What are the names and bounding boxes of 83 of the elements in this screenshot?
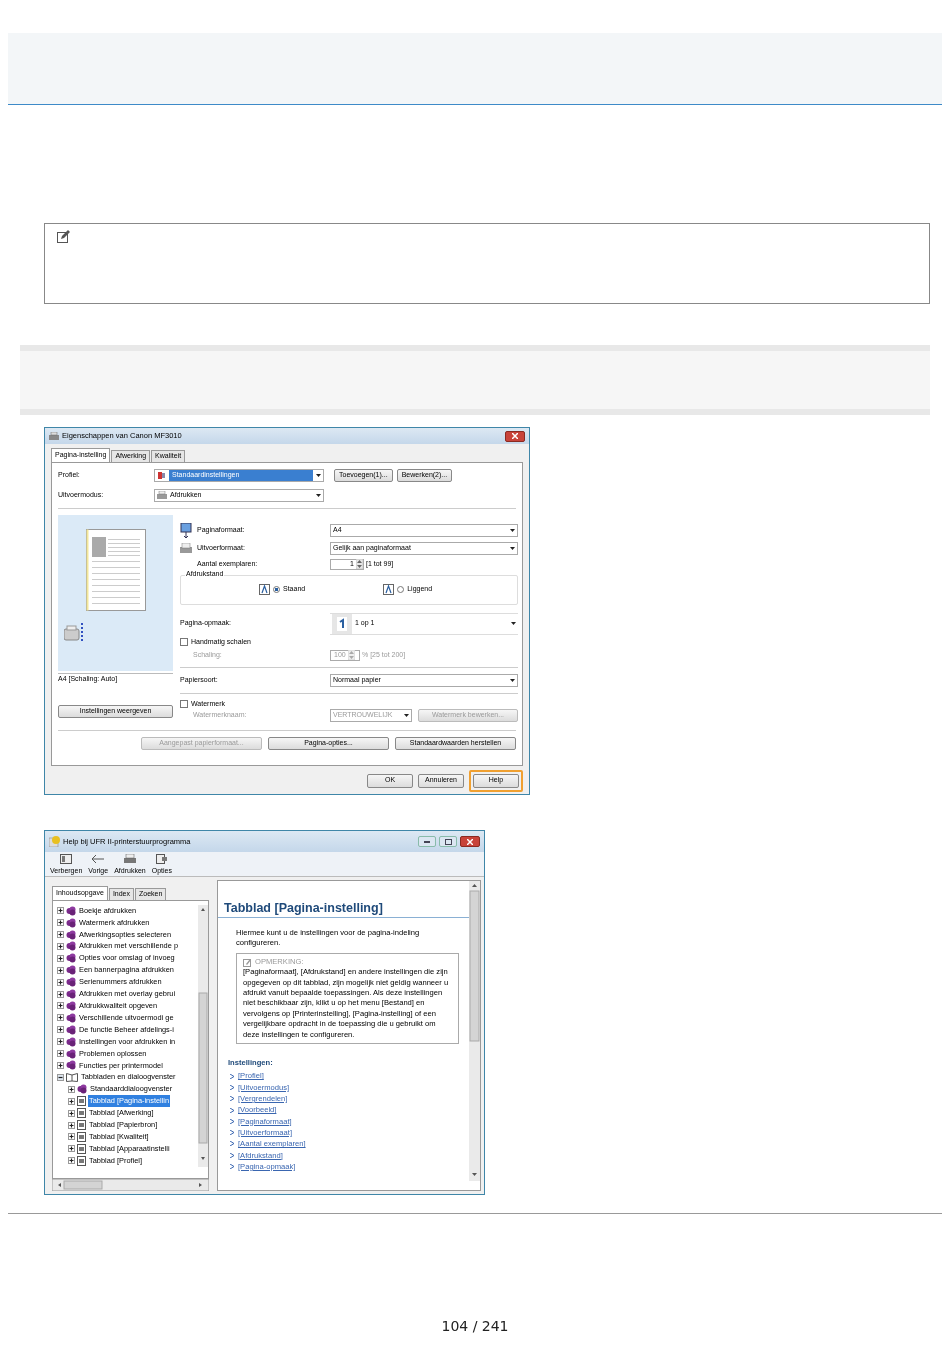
vertical-scrollbar[interactable] bbox=[198, 904, 208, 1167]
note-icon bbox=[243, 957, 252, 967]
book-icon bbox=[66, 929, 76, 940]
layout-icon bbox=[332, 613, 352, 634]
close-button[interactable] bbox=[505, 430, 525, 442]
spin-arrows-icon bbox=[356, 559, 363, 570]
tree-toggle-icon[interactable] bbox=[57, 954, 64, 962]
printer-icon bbox=[64, 622, 84, 643]
book-icon bbox=[66, 1012, 76, 1023]
open-book-icon bbox=[66, 1072, 78, 1083]
printer-icon bbox=[157, 491, 167, 500]
tree-toggle-icon[interactable] bbox=[68, 1121, 75, 1129]
paper-size-icon bbox=[180, 522, 192, 538]
tree-toggle-icon[interactable] bbox=[68, 1085, 75, 1093]
book-icon bbox=[66, 917, 76, 928]
page-number: 104 / 241 bbox=[440, 1318, 510, 1334]
horizontal-scrollbar[interactable] bbox=[52, 1179, 209, 1191]
page-icon bbox=[77, 1131, 86, 1142]
tree-toggle-icon[interactable] bbox=[68, 1157, 75, 1165]
tree-toggle-icon[interactable] bbox=[57, 990, 64, 998]
tree-toggle-icon[interactable] bbox=[57, 931, 64, 938]
page-icon bbox=[77, 1096, 86, 1107]
book-icon bbox=[66, 905, 76, 916]
page-icon bbox=[77, 1120, 86, 1130]
profile-icon bbox=[157, 470, 166, 480]
page-heading: Tabblad [Pagina-instelling] bbox=[218, 901, 469, 918]
book-icon bbox=[66, 1036, 76, 1047]
caret-icon bbox=[510, 528, 515, 532]
note-icon bbox=[57, 230, 70, 243]
page-icon bbox=[77, 1155, 86, 1166]
caret-icon bbox=[316, 473, 321, 477]
tree-toggle-icon[interactable] bbox=[57, 907, 64, 915]
minimize-icon bbox=[424, 840, 430, 843]
page-orientation-icon bbox=[383, 584, 395, 596]
book-icon bbox=[66, 965, 76, 976]
tree-toggle-icon[interactable] bbox=[68, 1097, 75, 1105]
radio-button[interactable] bbox=[273, 586, 280, 594]
tree-toggle-icon[interactable] bbox=[57, 1014, 64, 1022]
tree-toggle-icon[interactable] bbox=[57, 1050, 64, 1058]
caret-icon bbox=[510, 678, 515, 682]
close-icon bbox=[512, 433, 518, 439]
book-icon bbox=[66, 1000, 76, 1011]
page-icon bbox=[77, 1108, 86, 1119]
book-icon bbox=[66, 953, 76, 964]
caret-icon bbox=[404, 714, 409, 718]
help-icon bbox=[49, 836, 60, 847]
tree-toggle-icon[interactable] bbox=[68, 1109, 75, 1117]
page-icon bbox=[77, 1143, 86, 1154]
tree-toggle-icon[interactable] bbox=[68, 1133, 75, 1141]
back-arrow-icon bbox=[92, 854, 105, 864]
tree-toggle-icon[interactable] bbox=[57, 1062, 64, 1069]
book-icon bbox=[66, 989, 76, 1000]
tree-toggle-icon[interactable] bbox=[57, 1002, 64, 1010]
maximize-icon bbox=[444, 838, 452, 845]
tree-toggle-icon[interactable] bbox=[57, 1073, 64, 1081]
checkbox[interactable] bbox=[180, 638, 188, 647]
maximize-button[interactable] bbox=[439, 836, 457, 847]
book-icon bbox=[66, 1024, 76, 1035]
tree-toggle-icon[interactable] bbox=[57, 978, 64, 986]
page-orientation-icon bbox=[259, 584, 270, 596]
book-icon bbox=[66, 1060, 76, 1071]
tree-toggle-icon[interactable] bbox=[57, 919, 64, 927]
book-icon bbox=[66, 941, 76, 952]
output-size-icon bbox=[180, 543, 192, 554]
caret-icon bbox=[511, 622, 516, 626]
tree-toggle-icon[interactable] bbox=[57, 942, 64, 950]
close-icon bbox=[467, 838, 473, 845]
checkbox[interactable] bbox=[180, 699, 188, 708]
tree-toggle-icon[interactable] bbox=[57, 1026, 64, 1034]
tree-toggle-icon[interactable] bbox=[68, 1145, 75, 1153]
book-icon bbox=[66, 1048, 76, 1059]
book-icon bbox=[77, 1084, 87, 1095]
vertical-scrollbar[interactable] bbox=[469, 881, 480, 1181]
printer-icon bbox=[49, 432, 59, 440]
tree-toggle-icon[interactable] bbox=[57, 966, 64, 974]
close-button[interactable] bbox=[460, 836, 480, 847]
caret-icon bbox=[510, 546, 515, 550]
spin-arrows-icon bbox=[347, 650, 355, 660]
caret-icon bbox=[316, 493, 321, 497]
tree-toggle-icon[interactable] bbox=[57, 1038, 64, 1046]
chevron-icon bbox=[230, 1164, 234, 1169]
book-icon bbox=[66, 977, 76, 988]
minimize-button[interactable] bbox=[418, 836, 436, 847]
